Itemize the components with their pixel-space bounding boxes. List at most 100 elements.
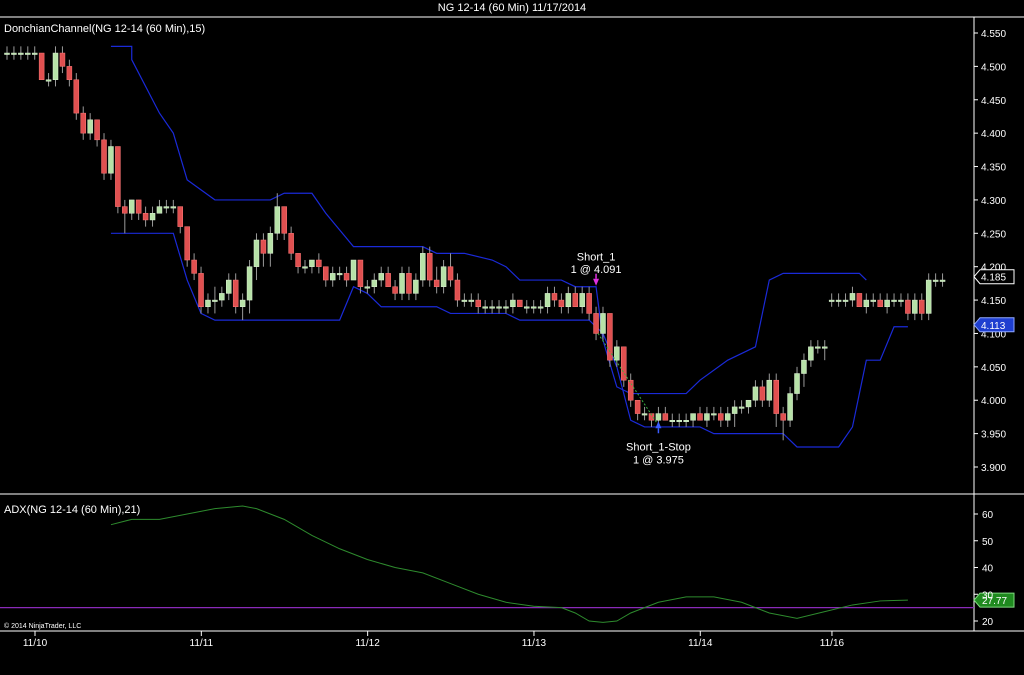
candle-body bbox=[316, 259, 322, 267]
candle-body bbox=[704, 413, 710, 421]
candle-body bbox=[420, 253, 426, 281]
candle-body bbox=[94, 119, 100, 141]
copyright-text: © 2014 NinjaTrader, LLC bbox=[4, 622, 81, 630]
candle-body bbox=[745, 399, 752, 408]
candle-body bbox=[676, 420, 682, 423]
stop-exit-arrow-icon bbox=[655, 421, 662, 429]
candle-body bbox=[205, 299, 211, 308]
short-entry-arrow-icon bbox=[593, 278, 600, 286]
candle-body bbox=[537, 306, 544, 309]
candle-body bbox=[156, 206, 163, 214]
candle-body bbox=[905, 299, 911, 314]
candle-body bbox=[849, 293, 856, 301]
adx-tick-label: 50 bbox=[982, 537, 994, 548]
candle-body bbox=[433, 279, 440, 287]
candle-body bbox=[731, 406, 738, 414]
candle-body bbox=[239, 299, 246, 308]
candle-body bbox=[842, 299, 849, 302]
candle-body bbox=[863, 299, 870, 308]
candle-body bbox=[447, 266, 454, 281]
candle-body bbox=[780, 413, 786, 421]
candle-body bbox=[198, 273, 204, 308]
candle-body bbox=[530, 306, 537, 309]
price-axis-ticks: 4.5504.5004.4504.4004.3504.3004.2504.200… bbox=[974, 29, 1006, 474]
candle-body bbox=[503, 306, 509, 309]
candle-body bbox=[413, 279, 419, 294]
candles bbox=[4, 46, 946, 441]
candle-body bbox=[38, 52, 45, 80]
adx-tick-label: 60 bbox=[982, 510, 994, 521]
time-axis-ticks: 11/10 11/11 11/12 11/13 11/14 11/16 bbox=[23, 631, 845, 649]
candle-body bbox=[281, 206, 287, 234]
candle-body bbox=[891, 299, 897, 302]
stop-exit-detail-label: 1 @ 3.975 bbox=[633, 454, 684, 466]
candle-body bbox=[634, 399, 641, 414]
candle-body bbox=[815, 346, 821, 349]
candle-body bbox=[142, 213, 149, 221]
candle-body bbox=[253, 239, 260, 267]
candle-body bbox=[655, 413, 662, 421]
candle-body bbox=[787, 393, 793, 421]
candle-body bbox=[925, 279, 932, 314]
candle-body bbox=[773, 379, 779, 414]
chart-canvas[interactable]: DonchianChannel(NG 12-14 (60 Min),15) AD… bbox=[0, 0, 1024, 675]
candle-body bbox=[697, 413, 703, 421]
candle-body bbox=[808, 346, 814, 361]
adx-tick-label: 20 bbox=[982, 617, 994, 628]
candle-body bbox=[329, 273, 336, 281]
candle-body bbox=[489, 306, 495, 309]
candle-body bbox=[766, 379, 773, 401]
candle-body bbox=[122, 206, 128, 214]
time-tick-label: 11/10 bbox=[23, 638, 48, 649]
candle-body bbox=[309, 259, 315, 267]
candle-body bbox=[579, 293, 585, 308]
candle-body bbox=[357, 259, 364, 287]
candle-body bbox=[378, 273, 384, 281]
candle-body bbox=[406, 273, 412, 294]
candle-body bbox=[711, 413, 717, 416]
price-tick-label: 4.550 bbox=[981, 29, 1006, 40]
candle-body bbox=[454, 279, 461, 301]
candle-body bbox=[662, 413, 669, 421]
candle-body bbox=[932, 279, 939, 282]
channel-upper-line bbox=[110, 45, 867, 395]
candle-body bbox=[302, 266, 308, 269]
candle-body bbox=[821, 346, 828, 349]
candle-body bbox=[641, 413, 648, 416]
candle-body bbox=[593, 313, 599, 334]
candle-body bbox=[170, 206, 177, 209]
price-label-value: 4.185 bbox=[981, 273, 1006, 284]
trade-markers: Short_11 @ 4.091 Short_1-Stop1 @ 3.975 bbox=[571, 252, 691, 467]
candle-body bbox=[586, 293, 592, 314]
candle-body bbox=[385, 273, 391, 287]
candle-body bbox=[177, 206, 183, 227]
candle-body bbox=[4, 52, 10, 55]
candle-body bbox=[939, 279, 946, 282]
candle-body bbox=[551, 293, 558, 301]
candle-body bbox=[260, 239, 267, 254]
candle-body bbox=[163, 206, 170, 209]
adx-tick-label: 40 bbox=[982, 564, 994, 575]
price-tick-label: 4.350 bbox=[981, 163, 1006, 174]
candle-body bbox=[52, 52, 59, 80]
candle-body bbox=[108, 146, 114, 174]
time-tick-label: 11/16 bbox=[820, 638, 845, 649]
candle-body bbox=[912, 299, 918, 314]
candle-body bbox=[212, 299, 218, 302]
candle-body bbox=[101, 139, 107, 174]
adx-tick-label: 30 bbox=[982, 590, 994, 601]
candle-body bbox=[461, 299, 468, 302]
candle-body bbox=[392, 286, 398, 294]
candle-body bbox=[364, 286, 371, 289]
price-panel-title: DonchianChannel(NG 12-14 (60 Min),15) bbox=[4, 23, 205, 35]
candle-body bbox=[59, 52, 66, 67]
candle-body bbox=[87, 119, 93, 134]
price-tick-label: 4.250 bbox=[981, 229, 1006, 240]
candle-body bbox=[149, 213, 156, 221]
candle-body bbox=[73, 79, 80, 114]
price-tick-label: 4.050 bbox=[981, 363, 1006, 374]
candle-body bbox=[607, 313, 613, 361]
short-entry-detail-label: 1 @ 4.091 bbox=[571, 264, 622, 276]
time-tick-label: 11/13 bbox=[522, 638, 547, 649]
candle-body bbox=[246, 266, 253, 301]
